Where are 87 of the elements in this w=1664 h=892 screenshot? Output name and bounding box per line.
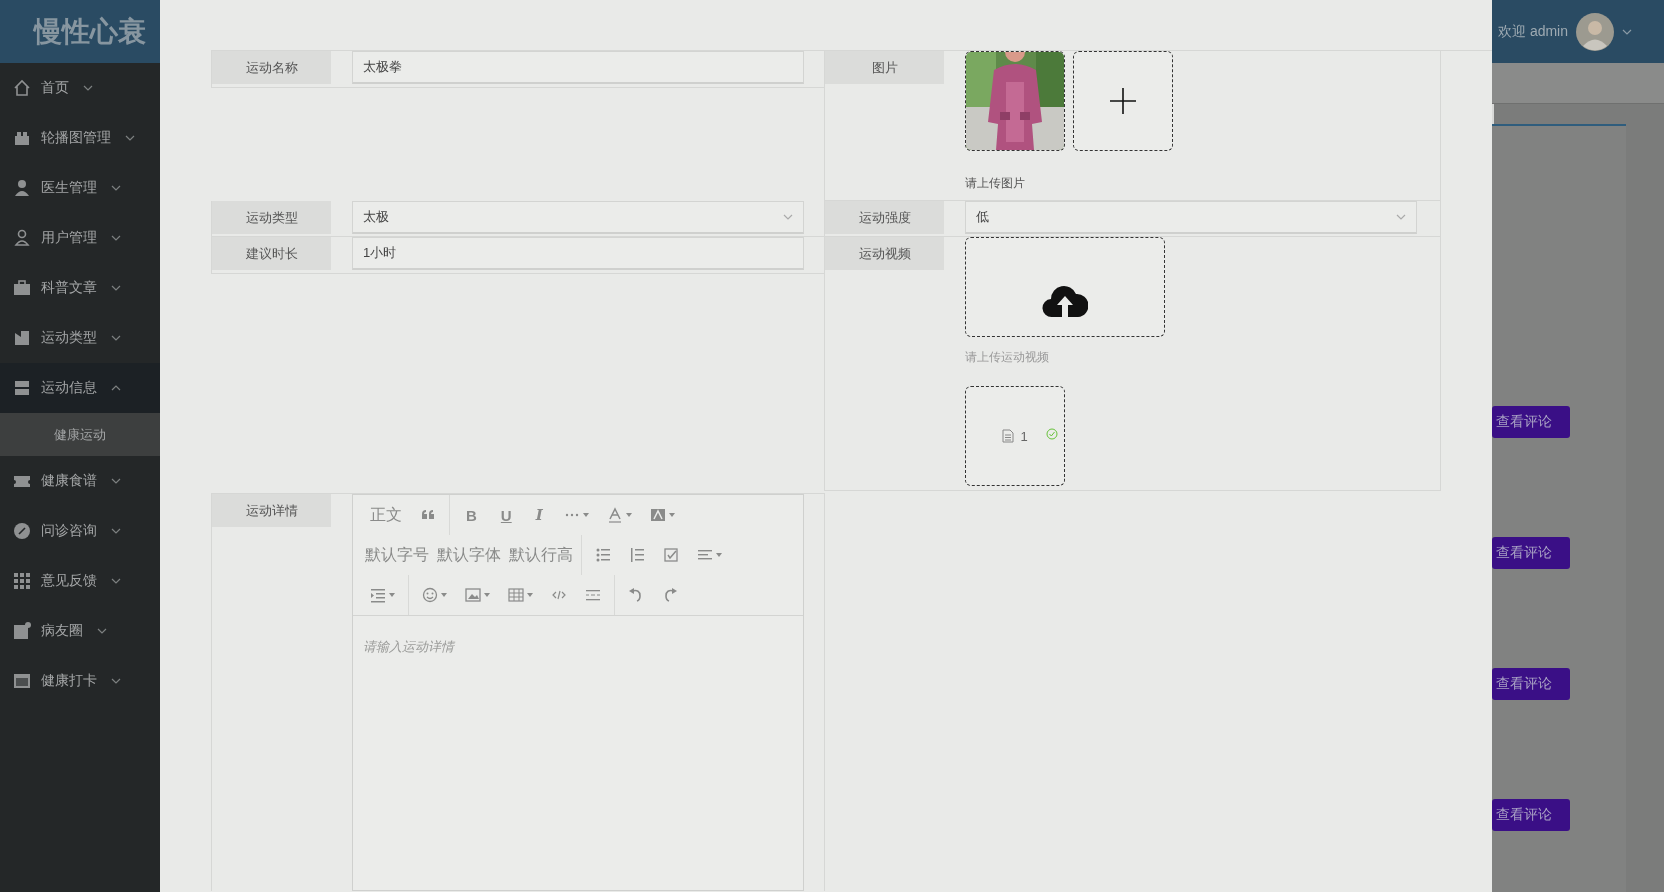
field-label: 运动名称 [212,51,331,84]
drawer-icon [13,379,31,397]
field-label: 建议时长 [212,237,331,270]
sidebar-item[interactable]: 运动类型 [0,313,160,363]
sidebar-item[interactable]: 轮播图管理 [0,113,160,163]
chevron-down-icon [111,528,121,534]
compass-icon [13,522,31,540]
caret-icon [582,513,589,517]
card-icon [13,672,31,690]
field-label: 图片 [825,51,944,84]
add-image-button[interactable] [1073,51,1173,151]
upload-hint: 请上传图片 [965,175,1026,192]
briefcase-icon [13,279,31,297]
app-logo-text: 慢性心衰 [34,14,146,49]
select-field[interactable]: 低 [965,201,1417,234]
chevron-down-icon [111,285,121,291]
upload-video-button[interactable] [965,237,1165,337]
file-name: 1 [1020,428,1028,444]
grid-icon [13,572,31,590]
select-field[interactable]: 太极 [352,201,804,234]
chevron-down-icon [1396,214,1406,220]
redo-icon [662,587,678,603]
welcome-text: 欢迎 admin [1498,22,1569,41]
sidebar-item[interactable]: 问诊咨询 [0,506,160,556]
chevron-up-icon [111,385,121,391]
chevron-down-icon [111,235,121,241]
building-icon [13,329,31,347]
sidebar-item[interactable]: 健康打卡 [0,656,160,706]
user-icon [13,179,31,197]
editor-field[interactable]: 请输入运动详情 [353,616,803,890]
view-comments-button[interactable]: 查看评论 [1492,668,1570,700]
caret-icon [625,513,632,517]
sidebar-item[interactable]: 意见反馈 [0,556,160,606]
caret-icon [441,593,447,597]
numbered-list-icon [629,547,645,563]
chevron-down-icon [111,185,121,191]
avatar-icon[interactable] [1576,12,1615,51]
file-icon [1002,429,1015,443]
chevron-down-icon [83,85,93,91]
field-label: 运动视频 [825,237,944,270]
file-card[interactable]: 1 [965,386,1065,486]
caret-icon [484,593,490,597]
note-icon [13,622,31,640]
sidebar-item[interactable]: 运动信息 [0,363,160,413]
caret-icon [716,553,722,557]
text-field[interactable]: 太极拳 [352,51,804,84]
font-color-icon [606,507,623,523]
field-label: 运动详情 [212,494,331,527]
sidebar-item[interactable]: 科普文章 [0,263,160,313]
chevron-down-icon [111,478,121,484]
field-label: 运动强度 [825,201,944,234]
sidebar-item[interactable]: 首页 [0,63,160,113]
upload-hint: 请上传运动视频 [965,349,1050,366]
sidebar-item[interactable]: 医生管理 [0,163,160,213]
chevron-down-icon [111,578,121,584]
chevron-down-icon [1622,28,1633,35]
plus-icon [1109,87,1137,115]
bullet-list-icon [595,547,611,563]
view-comments-button[interactable]: 查看评论 [1492,537,1570,569]
view-comments-button[interactable]: 查看评论 [1492,799,1570,831]
cloud-upload-icon [1042,284,1088,318]
caret-icon [527,593,533,597]
caret-icon [389,593,395,597]
highlight-icon [649,507,666,523]
caret-icon [668,513,675,517]
undo-icon [628,587,644,603]
sidebar-subitem[interactable]: 健康运动 [0,413,160,456]
chevron-down-icon [97,628,107,634]
table-icon [508,587,524,603]
emoji-icon [422,587,438,603]
image-icon [465,587,481,603]
divider-icon [585,587,601,603]
view-comments-button[interactable]: 查看评论 [1492,406,1570,438]
chevron-down-icon [783,214,793,220]
text-field[interactable]: 1小时 [352,237,804,270]
chevron-down-icon [125,135,135,141]
indent-icon [370,587,386,603]
chevron-down-icon [111,678,121,684]
sidebar-item[interactable]: 病友圈 [0,606,160,656]
home-icon [13,79,31,97]
checkbox-icon [663,547,679,563]
gift-icon [13,129,31,147]
field-label: 运动类型 [212,201,331,234]
user-icon [13,229,31,247]
sidebar-item[interactable]: 健康食谱 [0,456,160,506]
chevron-down-icon [111,335,121,341]
sidebar-item[interactable]: 用户管理 [0,213,160,263]
